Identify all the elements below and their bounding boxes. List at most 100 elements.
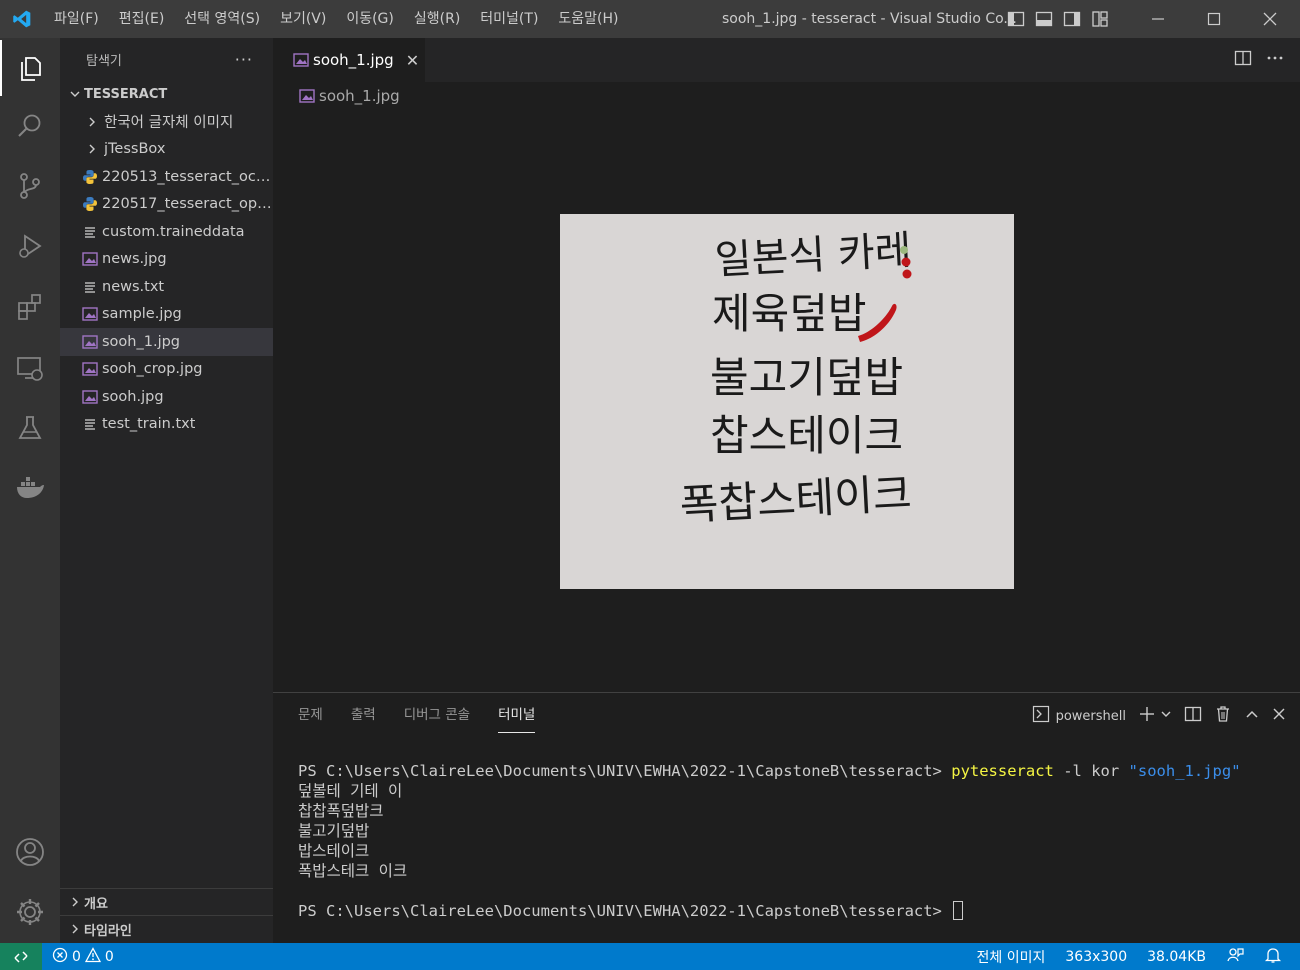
toggle-panel-icon[interactable] bbox=[1034, 9, 1054, 29]
new-terminal-plus-icon[interactable] bbox=[1138, 705, 1156, 727]
tab-terminal[interactable]: 터미널 bbox=[484, 693, 549, 739]
outline-section[interactable]: 개요 bbox=[60, 888, 273, 915]
terminal-args: -l kor bbox=[1053, 762, 1129, 780]
toggle-secondary-sidebar-icon[interactable] bbox=[1062, 9, 1082, 29]
more-actions-icon[interactable] bbox=[1266, 49, 1284, 71]
terminal-icon bbox=[1032, 705, 1050, 727]
terminal-output[interactable]: PS C:\Users\ClaireLee\Documents\UNIV\EWH… bbox=[298, 761, 1241, 921]
window-title: sooh_1.jpg - tesseract - Visual Studio C… bbox=[722, 11, 1017, 27]
tree-file[interactable]: news.jpg bbox=[60, 246, 273, 274]
notifications-bell-icon[interactable] bbox=[1264, 946, 1282, 968]
menu-run[interactable]: 실행(R) bbox=[404, 0, 470, 38]
search-icon[interactable] bbox=[0, 98, 60, 154]
close-window-icon[interactable] bbox=[1242, 0, 1298, 38]
maximize-panel-chevron-up-icon[interactable] bbox=[1244, 706, 1260, 726]
tree-folder[interactable]: jTessBox bbox=[60, 136, 273, 164]
image-text-line-4: 찹스테이크 bbox=[710, 411, 903, 460]
outline-label: 개요 bbox=[84, 896, 108, 912]
image-filesize: 38.04KB bbox=[1147, 948, 1206, 965]
tree-file[interactable]: custom.traineddata bbox=[60, 218, 273, 246]
image-file-icon bbox=[289, 53, 313, 67]
menu-terminal[interactable]: 터미널(T) bbox=[470, 0, 548, 38]
breadcrumb-file: sooh_1.jpg bbox=[319, 87, 400, 105]
project-name: TESSERACT bbox=[84, 86, 168, 102]
chevron-right-icon bbox=[80, 116, 104, 128]
tree-file[interactable]: 220513_tesseract_ocr.... bbox=[60, 163, 273, 191]
timeline-section[interactable]: 타임라인 bbox=[60, 915, 273, 942]
trash-icon[interactable] bbox=[1214, 705, 1232, 727]
terminal-prompt-line: PS C:\Users\ClaireLee\Documents\UNIV\EWH… bbox=[298, 901, 1241, 921]
tree-file[interactable]: test_train.txt bbox=[60, 411, 273, 439]
chevron-down-icon[interactable] bbox=[1160, 708, 1172, 724]
project-folder-header[interactable]: TESSERACT bbox=[60, 80, 273, 108]
image-file-icon bbox=[78, 307, 102, 321]
docker-icon[interactable] bbox=[0, 460, 60, 516]
split-terminal-icon[interactable] bbox=[1184, 705, 1202, 727]
settings-gear-icon[interactable] bbox=[0, 884, 60, 940]
explorer-header: 탐색기 ··· bbox=[60, 38, 273, 80]
tree-folder[interactable]: 한국어 글자체 이미지 bbox=[60, 108, 273, 136]
tree-file[interactable]: sooh_crop.jpg bbox=[60, 356, 273, 384]
warning-icon bbox=[84, 946, 102, 967]
tree-item-label: 220517_tesseract_ope... bbox=[102, 196, 273, 213]
testing-flask-icon[interactable] bbox=[0, 400, 60, 456]
customize-layout-icon[interactable] bbox=[1090, 9, 1110, 29]
chili-dot-icon bbox=[900, 246, 908, 254]
extensions-icon[interactable] bbox=[0, 278, 60, 334]
title-bar: 파일(F) 편집(E) 선택 영역(S) 보기(V) 이동(G) 실행(R) 터… bbox=[0, 0, 1300, 38]
tree-item-label: sample.jpg bbox=[102, 306, 182, 323]
tab-sooh-1-jpg[interactable]: sooh_1.jpg ✕ bbox=[273, 38, 425, 82]
panel-tabs: 문제 출력 디버그 콘솔 터미널 bbox=[273, 693, 549, 739]
status-bar: 0 0 전체 이미지 363x300 38.04KB bbox=[0, 943, 1300, 970]
terminal-output-line: 덮볼테 기테 이 bbox=[298, 782, 403, 800]
remote-explorer-icon[interactable] bbox=[0, 340, 60, 396]
menu-selection[interactable]: 선택 영역(S) bbox=[174, 0, 270, 38]
window-controls bbox=[1130, 0, 1298, 38]
tree-file[interactable]: sooh.jpg bbox=[60, 383, 273, 411]
text-file-icon bbox=[78, 225, 102, 239]
tree-file[interactable]: 220517_tesseract_ope... bbox=[60, 191, 273, 219]
status-right: 전체 이미지 363x300 38.04KB bbox=[977, 943, 1300, 970]
menu-help[interactable]: 도움말(H) bbox=[548, 0, 628, 38]
tree-item-label: test_train.txt bbox=[102, 416, 196, 433]
image-zoom-scope[interactable]: 전체 이미지 bbox=[977, 947, 1046, 967]
tree-item-label: news.txt bbox=[102, 278, 165, 295]
error-icon bbox=[52, 947, 68, 967]
minimize-icon[interactable] bbox=[1130, 0, 1186, 38]
close-tab-icon[interactable]: ✕ bbox=[406, 51, 419, 70]
more-actions-icon[interactable]: ··· bbox=[235, 50, 253, 69]
bottom-panel: 문제 출력 디버그 콘솔 터미널 powershell PS C:\Users\… bbox=[273, 692, 1300, 943]
toggle-primary-sidebar-icon[interactable] bbox=[1006, 9, 1026, 29]
run-debug-icon[interactable] bbox=[0, 218, 60, 274]
file-tree: 한국어 글자체 이미지 jTessBox 220513_tesseract_ocr.… bbox=[60, 108, 273, 438]
explorer-sidebar: 탐색기 ··· TESSERACT 한국어 글자체 이미지 jTessBox 220… bbox=[60, 38, 273, 943]
tab-output[interactable]: 출력 bbox=[337, 693, 390, 739]
split-editor-icon[interactable] bbox=[1234, 49, 1252, 71]
close-panel-icon[interactable] bbox=[1272, 707, 1286, 725]
timeline-label: 타임라인 bbox=[84, 923, 132, 939]
explorer-title: 탐색기 bbox=[86, 53, 122, 69]
problems-indicator[interactable]: 0 0 bbox=[42, 946, 114, 967]
tree-file[interactable]: sample.jpg bbox=[60, 301, 273, 329]
maximize-icon[interactable] bbox=[1186, 0, 1242, 38]
source-control-icon[interactable] bbox=[0, 158, 60, 214]
breadcrumb[interactable]: sooh_1.jpg bbox=[273, 82, 1300, 110]
tab-problems[interactable]: 문제 bbox=[273, 693, 337, 739]
menu-view[interactable]: 보기(V) bbox=[270, 0, 336, 38]
tab-debug-console[interactable]: 디버그 콘솔 bbox=[390, 693, 484, 739]
menu-bar: 파일(F) 편집(E) 선택 영역(S) 보기(V) 이동(G) 실행(R) 터… bbox=[44, 0, 629, 38]
tree-file[interactable]: news.txt bbox=[60, 273, 273, 301]
remote-indicator-icon[interactable] bbox=[0, 943, 42, 970]
feedback-icon[interactable] bbox=[1226, 946, 1244, 968]
terminal-arg-string: "sooh_1.jpg" bbox=[1128, 762, 1241, 780]
tree-item-label: custom.traineddata bbox=[102, 223, 245, 240]
menu-edit[interactable]: 편집(E) bbox=[109, 0, 175, 38]
python-file-icon bbox=[78, 196, 102, 212]
image-dimensions: 363x300 bbox=[1065, 948, 1128, 965]
explorer-icon[interactable] bbox=[0, 40, 60, 96]
menu-go[interactable]: 이동(G) bbox=[336, 0, 404, 38]
tree-file[interactable]: sooh_1.jpg bbox=[60, 328, 273, 356]
accounts-icon[interactable] bbox=[0, 824, 60, 880]
menu-file[interactable]: 파일(F) bbox=[44, 0, 109, 38]
terminal-shell-selector[interactable]: powershell bbox=[1032, 705, 1126, 727]
